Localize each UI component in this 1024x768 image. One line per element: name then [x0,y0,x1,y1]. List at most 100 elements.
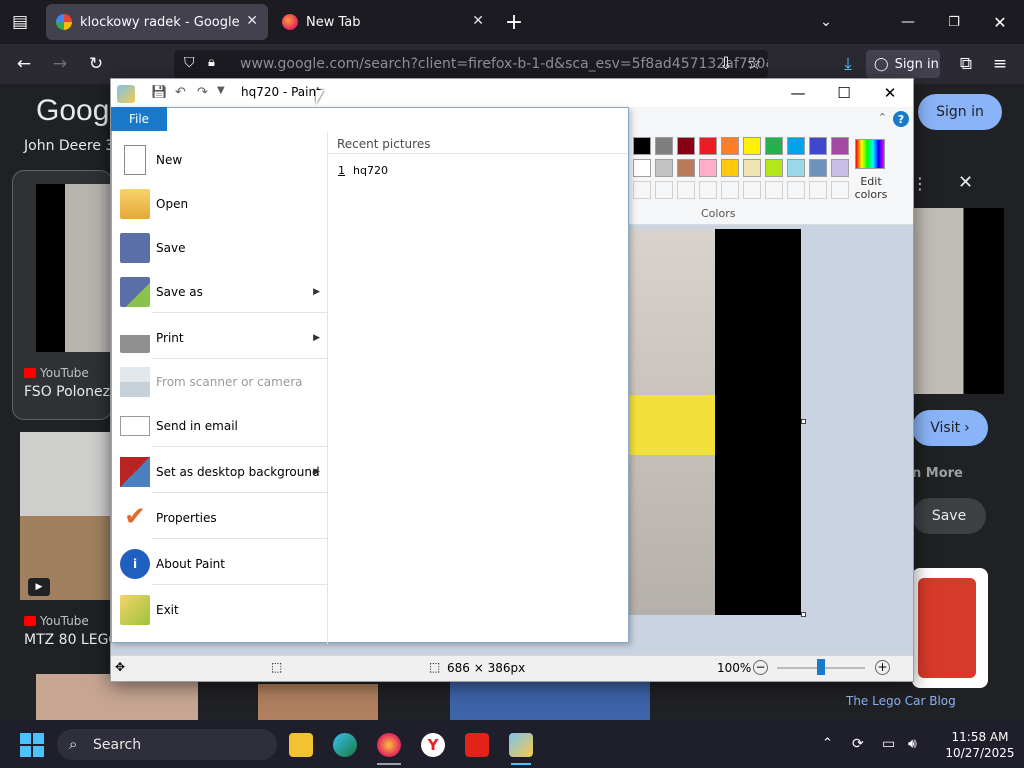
menu-item-about-paint[interactable]: i About Paint [112,542,328,586]
yandex-icon[interactable]: Y [421,733,445,757]
menu-item-set-as-desktop-background[interactable]: Set as desktop background ▶ [112,450,328,494]
tracking-shield-icon[interactable]: ⛉ [184,55,195,71]
paint-app-icon[interactable] [117,85,135,103]
redo-icon[interactable]: ↷ [197,85,213,101]
zoom-in-icon[interactable]: + [875,660,890,675]
menu-item-print[interactable]: Print ▶ [112,316,328,360]
zoom-out-icon[interactable]: − [753,660,768,675]
color-swatch[interactable] [787,159,805,177]
result-thumbnail[interactable] [450,682,650,720]
result-thumbnail[interactable] [36,184,112,352]
firefox-account-button[interactable]: ◯ Sign in [866,50,940,78]
color-swatch[interactable] [699,159,717,177]
custom-color-slot[interactable] [743,181,761,199]
color-swatch[interactable] [787,137,805,155]
result-title[interactable]: MTZ 80 LEGO [24,632,119,648]
menu-item-new[interactable]: New [112,138,328,182]
firefox-icon[interactable] [377,733,401,757]
sync-icon[interactable]: ⟳ [852,736,864,752]
quick-save-icon[interactable]: 💾︎ [151,85,168,101]
reload-icon[interactable]: ↻ [82,50,110,78]
close-tab-icon[interactable]: ✕ [472,13,484,29]
show-hidden-icons-icon[interactable]: ⌃ [822,736,833,751]
google-sign-in-button[interactable]: Sign in [918,94,1002,130]
resize-handle[interactable] [801,419,806,424]
forward-icon[interactable]: → [46,50,74,78]
minimize-icon[interactable]: — [894,8,922,36]
reader-save-icon[interactable]: ⇩ [712,50,740,78]
color-swatch[interactable] [721,159,739,177]
color-swatch[interactable] [831,137,849,155]
menu-item-send-in-email[interactable]: Send in email [112,404,328,448]
color-swatch[interactable] [633,159,651,177]
custom-color-slot[interactable] [787,181,805,199]
color-swatch[interactable] [809,137,827,155]
learn-more-link[interactable]: n More [912,466,963,481]
color-swatch[interactable] [633,137,651,155]
color-swatch[interactable] [677,137,695,155]
custom-color-slot[interactable] [699,181,717,199]
volume-icon[interactable]: 🔊︎ [908,736,917,752]
result-thumbnail[interactable] [258,684,378,720]
menu-item-from-scanner-or-camera[interactable]: From scanner or camera [112,360,328,404]
color-swatch[interactable] [809,159,827,177]
resize-handle[interactable] [801,612,806,617]
color-swatch[interactable] [699,137,717,155]
edge-icon[interactable] [333,733,357,757]
custom-color-slot[interactable] [677,181,695,199]
tab-new-tab[interactable]: New Tab ✕ [272,4,494,40]
color-swatch[interactable] [721,137,739,155]
paint-minimize-icon[interactable]: — [775,79,821,107]
related-caption[interactable]: The Lego Car Blog [846,694,956,708]
preview-image[interactable] [912,208,1004,394]
color-swatch[interactable] [743,137,761,155]
visit-button[interactable]: Visit › [912,410,988,446]
result-label[interactable]: John Deere 3 [24,138,114,154]
paint-taskbar-icon[interactable] [509,733,533,757]
undo-icon[interactable]: ↶ [175,85,191,101]
paint-maximize-icon[interactable]: ☐ [821,79,867,107]
extensions-icon[interactable]: ⧉ [952,50,980,78]
paint-title-bar[interactable]: 💾︎ ↶ ↷ ▼ hq720 - Paint — ☐ ✕ [111,79,913,107]
menu-item-save-as[interactable]: Save as ▶ [112,270,328,314]
address-bar[interactable]: ⛉ 🔒︎ www.google.com/search?client=firefo… [174,50,768,78]
menu-item-exit[interactable]: Exit [112,588,328,632]
color-swatch[interactable] [765,159,783,177]
result-title[interactable]: FSO Polonez [24,384,110,400]
color-swatch[interactable] [743,159,761,177]
help-icon[interactable]: ? [893,111,909,127]
close-window-icon[interactable]: ✕ [986,8,1014,36]
custom-color-slot[interactable] [633,181,651,199]
taskbar-clock[interactable]: 11:58 AM 10/27/2025 [944,729,1016,761]
color-swatch[interactable] [677,159,695,177]
paint-close-icon[interactable]: ✕ [867,79,913,107]
close-tab-icon[interactable]: ✕ [246,13,258,29]
new-tab-icon[interactable]: + [500,8,528,36]
downloads-icon[interactable]: ⤓ [834,50,862,78]
color-swatch[interactable] [655,159,673,177]
tab-google-search[interactable]: klockowy radek - Google Search ✕ [46,4,268,40]
restore-icon[interactable]: ❐ [940,8,968,36]
bookmark-star-icon[interactable]: ☆ [740,50,768,78]
file-tab[interactable]: File [111,107,167,131]
customize-toolbar-icon[interactable]: ▼ [217,85,233,101]
color-swatch[interactable] [655,137,673,155]
menu-item-open[interactable]: Open [112,182,328,226]
custom-color-slot[interactable] [809,181,827,199]
lock-icon[interactable]: 🔒︎ [208,55,215,70]
app-menu-icon[interactable]: ≡ [986,50,1014,78]
canvas-image-black-bar[interactable] [715,229,801,615]
edit-colors-icon[interactable] [855,139,885,169]
tab-overview-icon[interactable]: ▤ [6,8,34,36]
back-icon[interactable]: ← [10,50,38,78]
custom-color-slot[interactable] [765,181,783,199]
custom-color-slot[interactable] [655,181,673,199]
color-swatch[interactable] [765,137,783,155]
start-icon[interactable] [20,733,44,757]
google-logo[interactable]: Goog [36,94,109,128]
close-panel-icon[interactable]: ✕ [958,172,973,193]
collapse-ribbon-icon[interactable]: ⌃ [878,111,887,124]
menu-item-save[interactable]: Save [112,226,328,270]
network-icon[interactable]: ▭ [882,736,895,752]
list-tabs-chevron-icon[interactable]: ⌄ [812,8,840,36]
